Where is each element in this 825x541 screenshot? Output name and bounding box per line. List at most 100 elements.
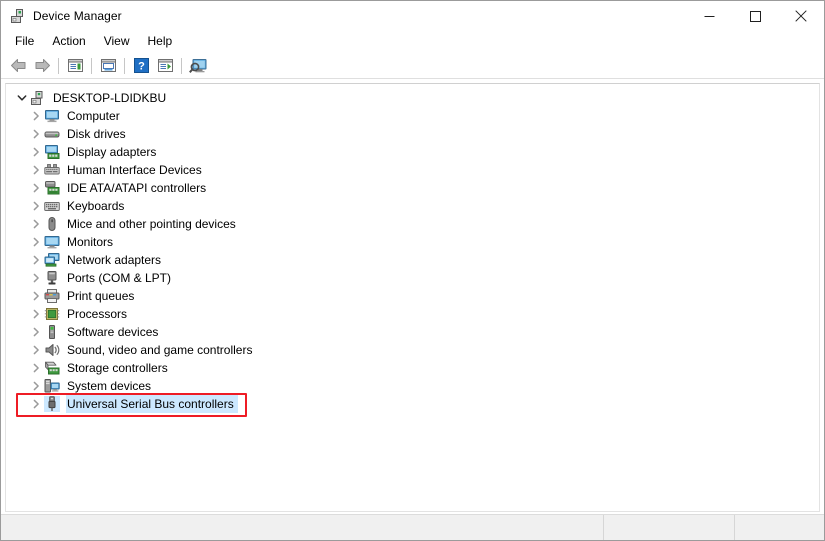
tree-item[interactable]: Human Interface Devices (6, 161, 819, 179)
keyboard-icon (44, 198, 60, 214)
tree-item[interactable]: System devices (6, 377, 819, 395)
chevron-right-icon[interactable] (28, 108, 44, 124)
tree-item-label: IDE ATA/ATAPI controllers (67, 181, 207, 195)
tree-item-label: Monitors (67, 235, 114, 249)
system-device-icon (44, 378, 60, 394)
update-driver-button[interactable] (153, 55, 177, 77)
ide-controller-icon (44, 180, 60, 196)
software-device-icon (44, 324, 60, 340)
maximize-button[interactable] (732, 1, 778, 31)
tree-item-label: Software devices (67, 325, 159, 339)
properties-button[interactable] (96, 55, 120, 77)
tree-item-label: Processors (67, 307, 128, 321)
device-tree[interactable]: DESKTOP-LDIDKBU Computer Disk drives Displ… (5, 83, 820, 512)
toolbar-separator-1 (58, 57, 59, 74)
tree-item[interactable]: Keyboards (6, 197, 819, 215)
hid-icon (44, 162, 60, 178)
chevron-right-icon[interactable] (28, 126, 44, 142)
title-bar: Device Manager (1, 1, 824, 31)
chevron-right-icon[interactable] (28, 180, 44, 196)
chevron-right-icon[interactable] (28, 234, 44, 250)
tree-item-label: Storage controllers (67, 361, 168, 375)
tree-item-label: Display adapters (67, 145, 157, 159)
tree-item-label: Universal Serial Bus controllers (66, 395, 238, 413)
chevron-right-icon[interactable] (28, 216, 44, 232)
tree-item[interactable]: Disk drives (6, 125, 819, 143)
tree-item[interactable]: IDE ATA/ATAPI controllers (6, 179, 819, 197)
tree-item[interactable]: Universal Serial Bus controllers (6, 395, 819, 413)
tree-item[interactable]: Storage controllers (6, 359, 819, 377)
tree-root-item[interactable]: DESKTOP-LDIDKBU (6, 89, 819, 107)
tree-root-label: DESKTOP-LDIDKBU (53, 91, 167, 105)
mouse-icon (44, 216, 60, 232)
tree-item[interactable]: Ports (COM & LPT) (6, 269, 819, 287)
tree-item-label: Mice and other pointing devices (67, 217, 236, 231)
chevron-right-icon[interactable] (28, 342, 44, 358)
network-adapter-icon (44, 252, 60, 268)
usb-icon (44, 396, 60, 412)
tree-item[interactable]: Print queues (6, 287, 819, 305)
tree-item[interactable]: Sound, video and game controllers (6, 341, 819, 359)
tree-item-label: Disk drives (67, 127, 126, 141)
help-button[interactable]: ? (129, 55, 153, 77)
tree-item-label: Sound, video and game controllers (67, 343, 253, 357)
toolbar: ? (1, 53, 824, 79)
tree-item[interactable]: Computer (6, 107, 819, 125)
disk-drive-icon (44, 126, 60, 142)
tree-item-label: Ports (COM & LPT) (67, 271, 172, 285)
tree-item[interactable]: Software devices (6, 323, 819, 341)
computer-root-icon (30, 90, 46, 106)
speaker-icon (44, 342, 60, 358)
tree-item-label: Computer (67, 109, 120, 123)
tree-item-label: Human Interface Devices (67, 163, 202, 177)
close-button[interactable] (778, 1, 824, 31)
chevron-right-icon[interactable] (28, 162, 44, 178)
toolbar-separator-4 (181, 57, 182, 74)
chevron-right-icon[interactable] (28, 396, 44, 412)
tree-item[interactable]: Monitors (6, 233, 819, 251)
menu-item-action[interactable]: Action (43, 32, 94, 52)
chevron-right-icon[interactable] (28, 306, 44, 322)
printer-icon (44, 288, 60, 304)
minimize-button[interactable] (686, 1, 732, 31)
chevron-right-icon[interactable] (28, 324, 44, 340)
chevron-right-icon[interactable] (28, 360, 44, 376)
tree-item[interactable]: Display adapters (6, 143, 819, 161)
chevron-right-icon[interactable] (28, 288, 44, 304)
chevron-right-icon[interactable] (28, 252, 44, 268)
forward-button[interactable] (30, 55, 54, 77)
display-adapter-icon (44, 144, 60, 160)
status-bar (1, 514, 824, 540)
tree-item-label: Print queues (67, 289, 135, 303)
toolbar-separator-3 (124, 57, 125, 74)
menu-item-view[interactable]: View (95, 32, 139, 52)
chevron-down-icon[interactable] (14, 90, 30, 106)
port-icon (44, 270, 60, 286)
status-pane-third (735, 515, 824, 540)
menu-bar: File Action View Help (1, 31, 824, 53)
chevron-right-icon[interactable] (28, 270, 44, 286)
tree-item[interactable]: Network adapters (6, 251, 819, 269)
device-manager-icon (10, 8, 26, 24)
chevron-right-icon[interactable] (28, 378, 44, 394)
tree-item-label: Keyboards (67, 199, 125, 213)
show-hidden-devices-button[interactable] (63, 55, 87, 77)
tree-item[interactable]: Mice and other pointing devices (6, 215, 819, 233)
tree-item[interactable]: Processors (6, 305, 819, 323)
menu-item-help[interactable]: Help (139, 32, 182, 52)
tree-item-label: System devices (67, 379, 152, 393)
computer-icon (44, 108, 60, 124)
scan-hardware-changes-button[interactable] (186, 55, 210, 77)
chevron-right-icon[interactable] (28, 144, 44, 160)
content-area: DESKTOP-LDIDKBU Computer Disk drives Displ… (1, 79, 824, 514)
toolbar-separator-2 (91, 57, 92, 74)
status-pane-main (1, 515, 604, 540)
processor-icon (44, 306, 60, 322)
menu-item-file[interactable]: File (6, 32, 43, 52)
status-pane-second (604, 515, 735, 540)
back-button[interactable] (6, 55, 30, 77)
storage-controller-icon (44, 360, 60, 376)
svg-text:?: ? (138, 61, 145, 73)
device-manager-window: Device Manager File Action View Help ? D… (0, 0, 825, 541)
chevron-right-icon[interactable] (28, 198, 44, 214)
